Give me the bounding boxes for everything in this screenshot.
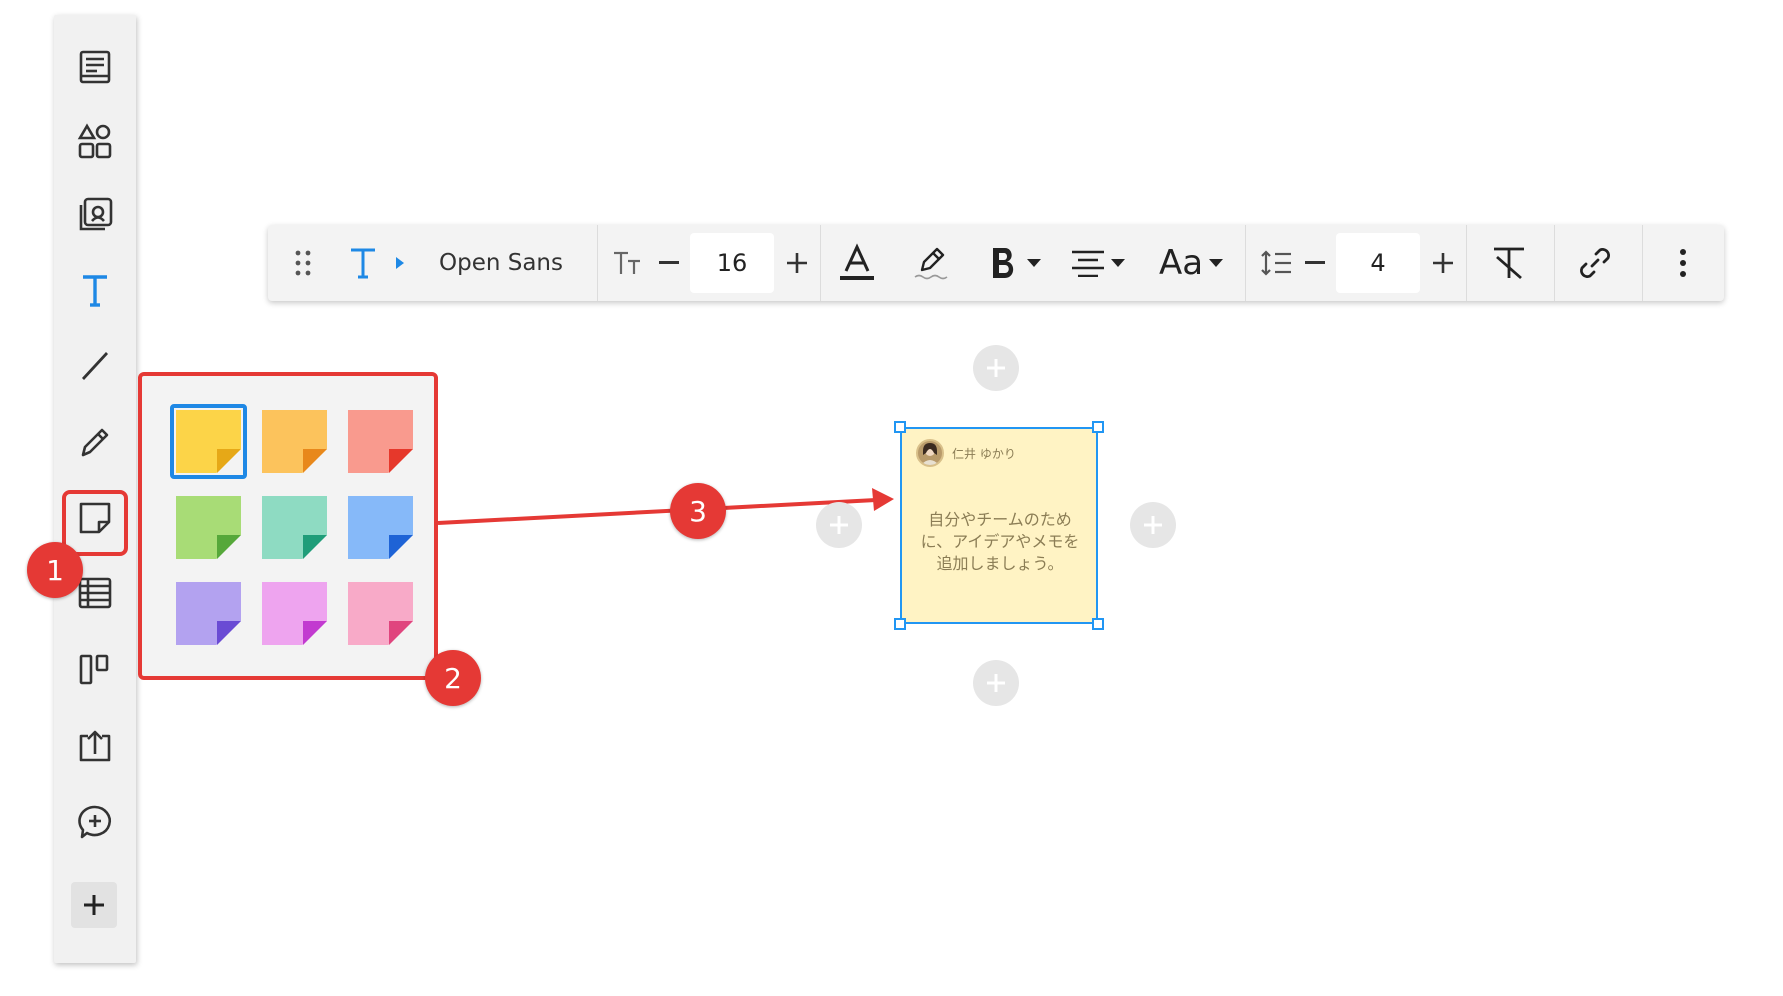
- swatch-fold: [303, 621, 327, 645]
- swatch-fold: [217, 535, 241, 559]
- step-badge-2: 2: [425, 650, 481, 706]
- avatar-image: [921, 443, 939, 465]
- resize-handle-top-left[interactable]: [894, 421, 906, 433]
- plus-icon: [1144, 516, 1162, 534]
- line-spacing-input[interactable]: 4: [1336, 233, 1420, 293]
- color-swatch[interactable]: [262, 496, 327, 559]
- swatch-fold: [389, 535, 413, 559]
- separator: [597, 225, 598, 301]
- swatch-fold: [217, 621, 241, 645]
- plus-icon: [987, 674, 1005, 692]
- swatch-fold: [303, 449, 327, 473]
- add-left-button[interactable]: [816, 502, 862, 548]
- align-dropdown-icon[interactable]: [1108, 225, 1128, 301]
- left-toolbar: [54, 15, 136, 963]
- color-swatch[interactable]: [348, 410, 413, 473]
- text-case-dropdown-icon[interactable]: [1206, 225, 1226, 301]
- bold-dropdown-icon[interactable]: [1024, 225, 1044, 301]
- link-icon[interactable]: [1570, 225, 1620, 301]
- color-swatch[interactable]: [348, 496, 413, 559]
- text-format-toolbar: Open Sans 16 Aa 4: [268, 225, 1724, 301]
- font-size-decrease-button[interactable]: [654, 225, 684, 301]
- kanban-icon[interactable]: [75, 649, 115, 689]
- text-color-icon[interactable]: [834, 225, 880, 301]
- font-size-increase-button[interactable]: [782, 225, 812, 301]
- color-swatch[interactable]: [348, 582, 413, 645]
- add-right-button[interactable]: [1130, 502, 1176, 548]
- step-badge-3: 3: [670, 483, 726, 539]
- separator: [1466, 225, 1467, 301]
- font-size-icon: [608, 225, 648, 301]
- plus-icon[interactable]: [71, 882, 117, 928]
- add-above-button[interactable]: [973, 345, 1019, 391]
- separator: [1554, 225, 1555, 301]
- color-swatch[interactable]: [176, 582, 241, 645]
- plus-icon: [987, 359, 1005, 377]
- more-options-icon[interactable]: [1658, 225, 1708, 301]
- separator: [1642, 225, 1643, 301]
- sticky-text[interactable]: 自分やチームのため に、アイデアやメモを 追加しましょう。: [910, 509, 1090, 575]
- pen-icon[interactable]: [75, 422, 115, 462]
- step-badge-1: 1: [27, 542, 83, 598]
- avatar: [916, 439, 944, 467]
- sticky-color-palette: [138, 372, 438, 680]
- text-icon[interactable]: [75, 270, 115, 310]
- sticky-author: 仁井 ゆかり: [952, 447, 1016, 461]
- swatch-fold: [303, 535, 327, 559]
- font-size-input[interactable]: 16: [690, 233, 774, 293]
- color-swatch[interactable]: [176, 496, 241, 559]
- separator: [1245, 225, 1246, 301]
- comment-add-icon[interactable]: [75, 802, 115, 842]
- caret-right-icon[interactable]: [392, 225, 408, 301]
- shapes-icon[interactable]: [75, 121, 115, 161]
- text-case-label: Aa: [1158, 243, 1204, 283]
- text-case-button[interactable]: Aa: [1156, 225, 1206, 301]
- bold-icon[interactable]: [984, 225, 1024, 301]
- upload-icon[interactable]: [75, 726, 115, 766]
- line-spacing-increase-button[interactable]: [1428, 225, 1458, 301]
- plus-icon: [830, 516, 848, 534]
- resize-handle-top-right[interactable]: [1092, 421, 1104, 433]
- image-library-icon[interactable]: [75, 195, 115, 235]
- resize-handle-bottom-left[interactable]: [894, 618, 906, 630]
- line-icon[interactable]: [75, 346, 115, 386]
- text-type-icon[interactable]: [348, 225, 378, 301]
- drag-handle-icon[interactable]: [288, 225, 318, 301]
- page-icon[interactable]: [75, 47, 115, 87]
- sticky-tool-highlight: [62, 490, 128, 556]
- align-center-icon[interactable]: [1068, 225, 1108, 301]
- swatch-fold: [389, 621, 413, 645]
- line-spacing-decrease-button[interactable]: [1300, 225, 1330, 301]
- swatch-fold: [389, 449, 413, 473]
- font-family-select[interactable]: Open Sans: [436, 225, 566, 301]
- highlight-icon[interactable]: [908, 225, 954, 301]
- separator: [820, 225, 821, 301]
- sticky-note[interactable]: 仁井 ゆかり 自分やチームのため に、アイデアやメモを 追加しましょう。: [894, 421, 1104, 630]
- clear-format-icon[interactable]: [1484, 225, 1534, 301]
- resize-handle-bottom-right[interactable]: [1092, 618, 1104, 630]
- add-below-button[interactable]: [973, 660, 1019, 706]
- color-swatch[interactable]: [262, 410, 327, 473]
- color-swatch[interactable]: [262, 582, 327, 645]
- font-family-label: Open Sans: [439, 250, 563, 276]
- line-spacing-icon: [1256, 225, 1296, 301]
